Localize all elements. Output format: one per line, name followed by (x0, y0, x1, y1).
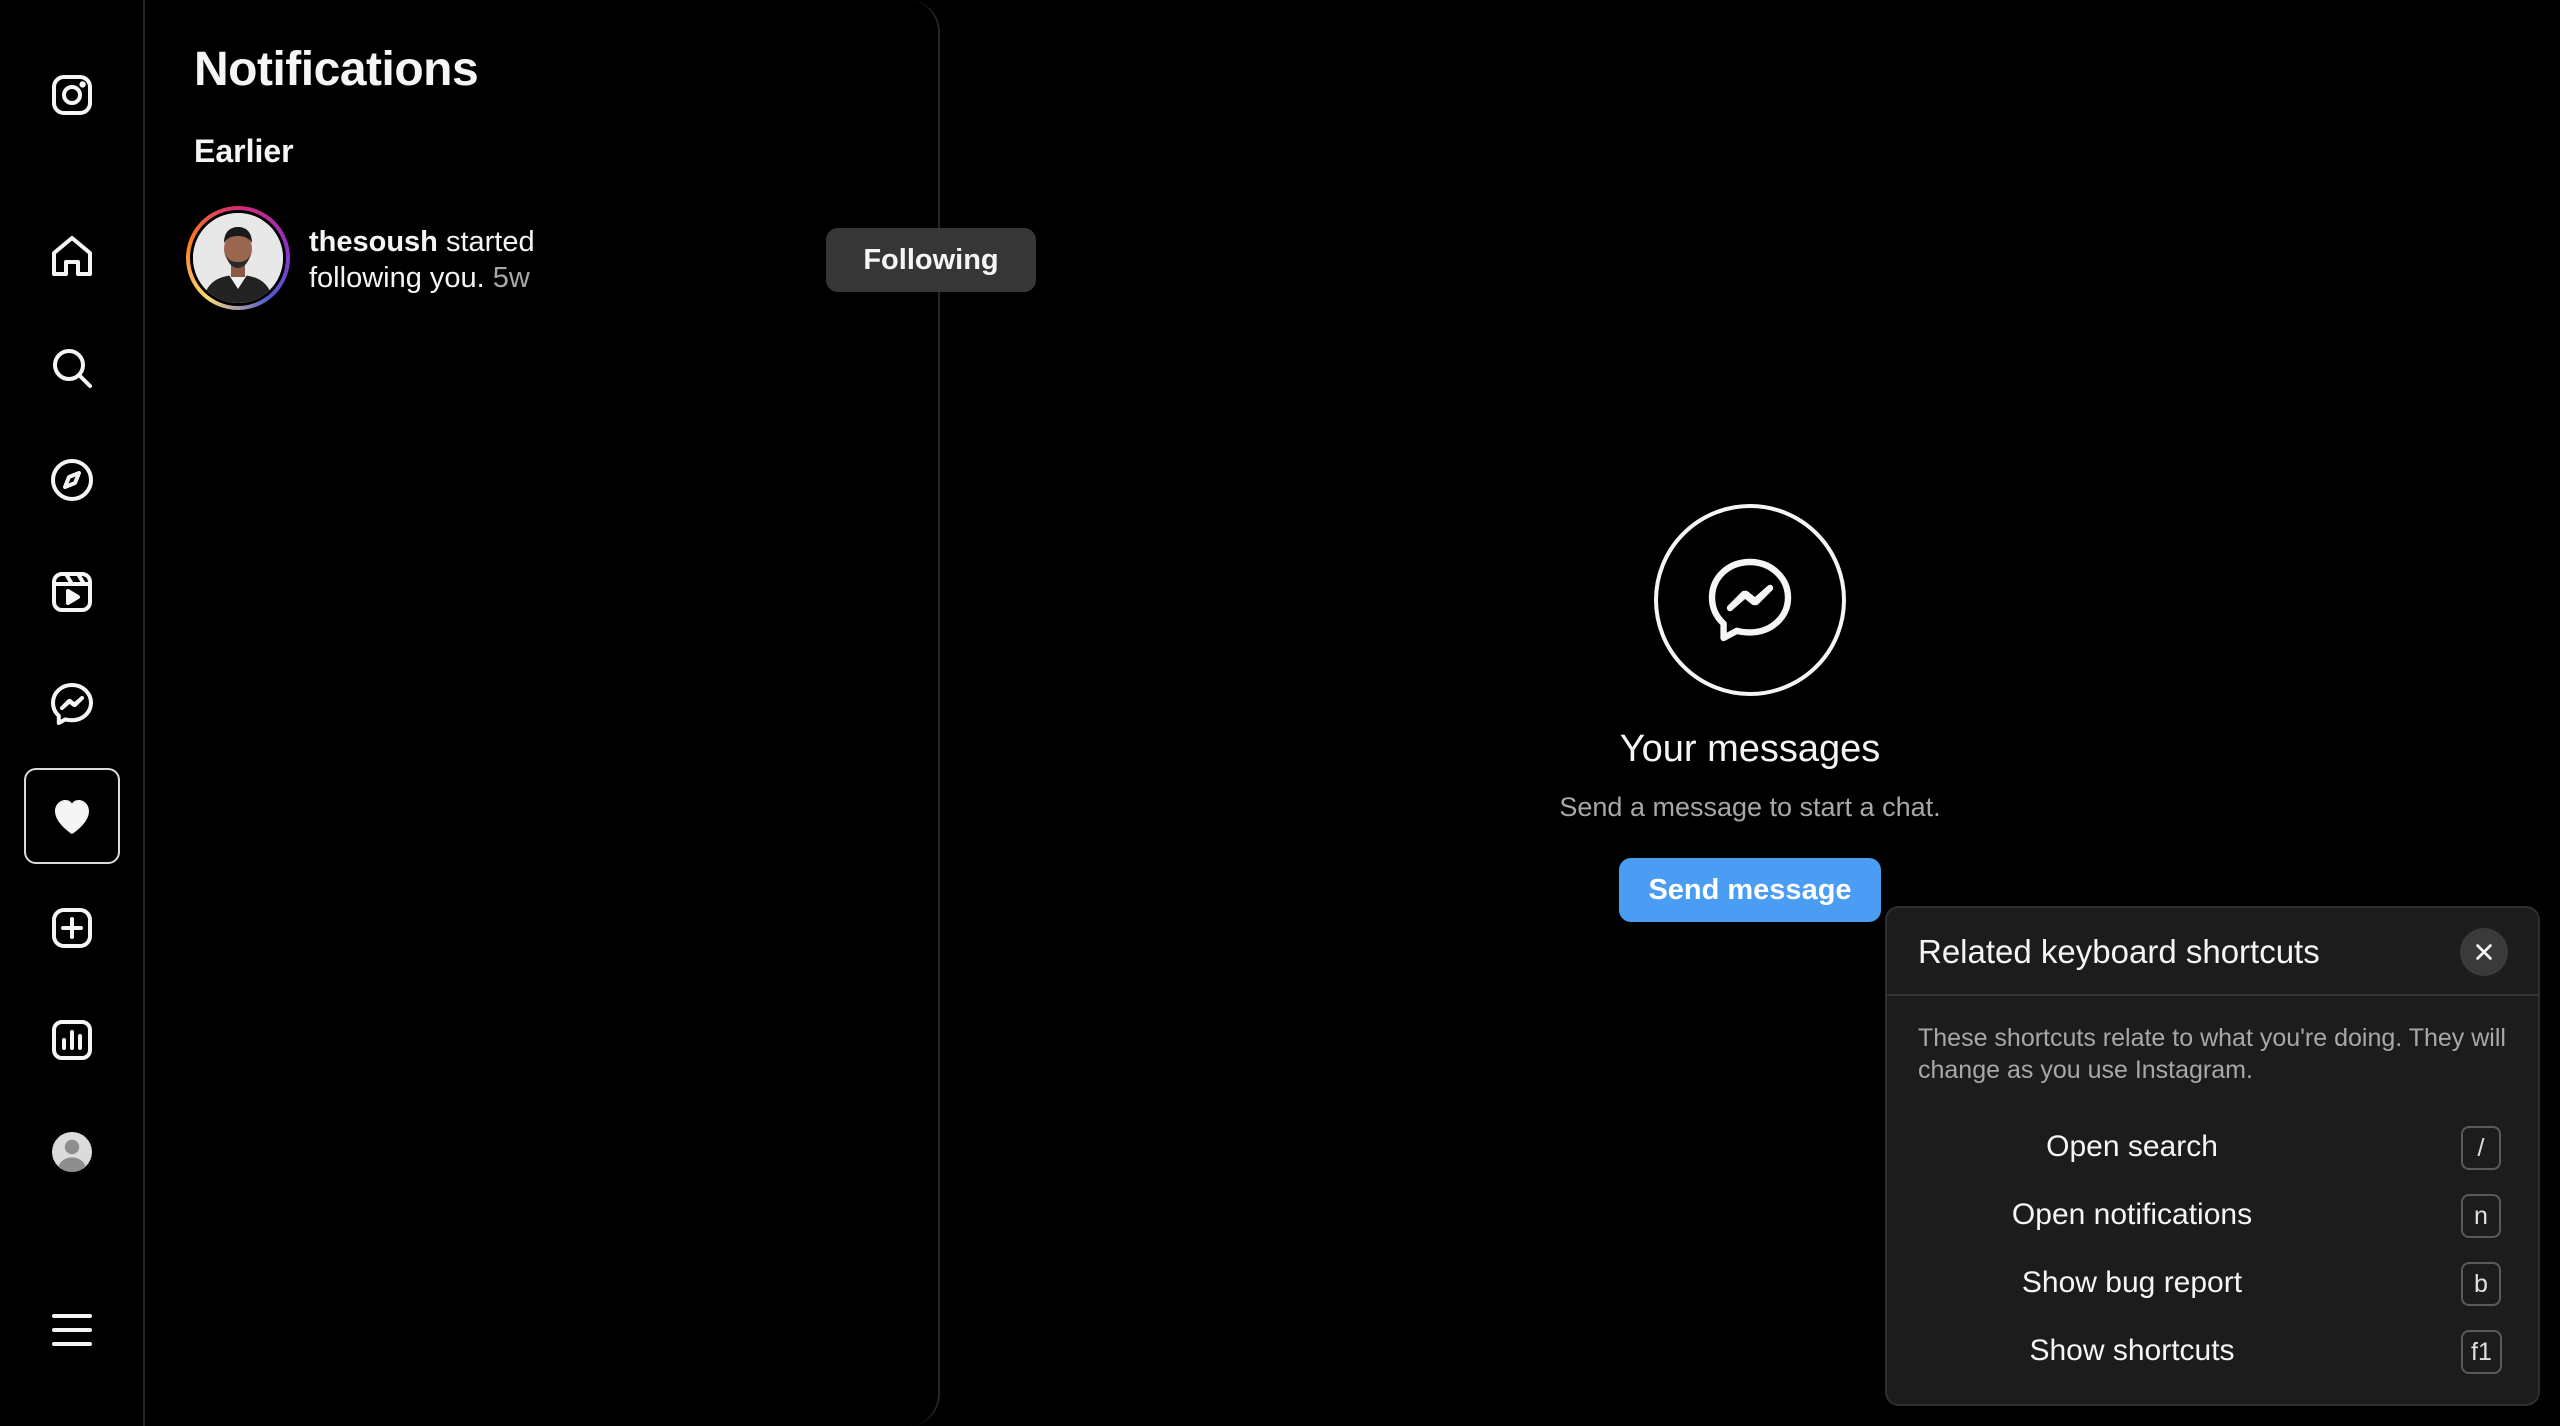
messages-button[interactable] (24, 656, 120, 752)
shortcut-key: n (2461, 1194, 2501, 1238)
close-icon (2476, 944, 2492, 960)
explore-compass-icon (51, 459, 93, 501)
notifications-title: Notifications (194, 43, 479, 96)
instagram-logo-icon (52, 75, 92, 115)
notification-text: thesoush started following you. 5w (309, 224, 569, 296)
close-shortcuts-button[interactable] (2460, 928, 2508, 976)
notifications-panel: Notifications Earlier thesoush started f… (145, 0, 1036, 1426)
your-messages-subtitle: Send a message to start a chat. (1559, 792, 1941, 822)
profile-avatar-icon (52, 1132, 92, 1172)
shortcut-row[interactable]: Open notifications n (1887, 1188, 2538, 1244)
nav-rail (0, 0, 145, 1426)
messenger-circle (1654, 504, 1846, 696)
person-photo-icon (193, 213, 283, 303)
avatar-photo (193, 213, 283, 303)
shortcut-row[interactable]: Open search / (1887, 1120, 2538, 1176)
insights-chart-icon (52, 1020, 92, 1060)
shortcuts-title: Related keyboard shortcuts (1918, 933, 2320, 970)
menu-hamburger-icon (52, 1314, 92, 1346)
instagram-logo-button[interactable] (24, 47, 120, 143)
shortcut-key: b (2461, 1262, 2501, 1306)
notification-username[interactable]: thesoush (309, 226, 438, 258)
notification-time: 5w (492, 262, 530, 294)
following-button[interactable]: Following (826, 228, 1036, 292)
shortcut-key: f1 (2461, 1330, 2502, 1374)
shortcuts-description: These shortcuts relate to what you're do… (1918, 1024, 2506, 1084)
messenger-icon (51, 683, 93, 725)
user-avatar[interactable] (186, 206, 290, 310)
reels-button[interactable] (24, 544, 120, 640)
search-icon (53, 349, 92, 388)
send-message-button[interactable]: Send message (1619, 858, 1881, 922)
shortcuts-header: Related keyboard shortcuts (1887, 908, 2538, 996)
insights-button[interactable] (24, 992, 120, 1088)
home-icon (52, 236, 92, 276)
more-menu-button[interactable] (24, 1282, 120, 1378)
search-button[interactable] (24, 320, 120, 416)
profile-button[interactable] (24, 1104, 120, 1200)
notifications-button[interactable] (24, 768, 120, 864)
shortcut-row[interactable]: Show bug report b (1887, 1256, 2538, 1312)
create-plus-icon (52, 908, 92, 948)
messenger-icon (1708, 558, 1792, 642)
shortcut-row[interactable]: Show shortcuts f1 (1887, 1324, 2538, 1380)
shortcut-key: / (2461, 1126, 2501, 1170)
keyboard-shortcuts-popover: Related keyboard shortcuts These shortcu… (1885, 906, 2540, 1406)
reels-icon (52, 572, 92, 612)
messages-empty-state: Your messages Send a message to start a … (1450, 500, 2050, 940)
your-messages-heading: Your messages (1619, 728, 1881, 770)
notification-item[interactable]: thesoush started following you. 5w Follo… (186, 206, 1036, 314)
heart-icon (55, 800, 89, 834)
home-button[interactable] (24, 208, 120, 304)
shortcut-label: Show bug report (2021, 1266, 2243, 1299)
create-button[interactable] (24, 880, 120, 976)
shortcut-label: Show shortcuts (2029, 1334, 2235, 1367)
shortcut-label: Open search (2046, 1130, 2218, 1163)
section-earlier-label: Earlier (194, 133, 294, 169)
shortcut-label: Open notifications (2011, 1198, 2253, 1231)
explore-button[interactable] (24, 432, 120, 528)
